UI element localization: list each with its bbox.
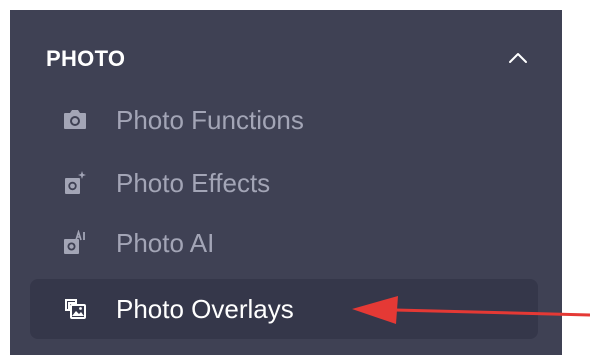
annotation-arrow-icon <box>352 296 590 324</box>
